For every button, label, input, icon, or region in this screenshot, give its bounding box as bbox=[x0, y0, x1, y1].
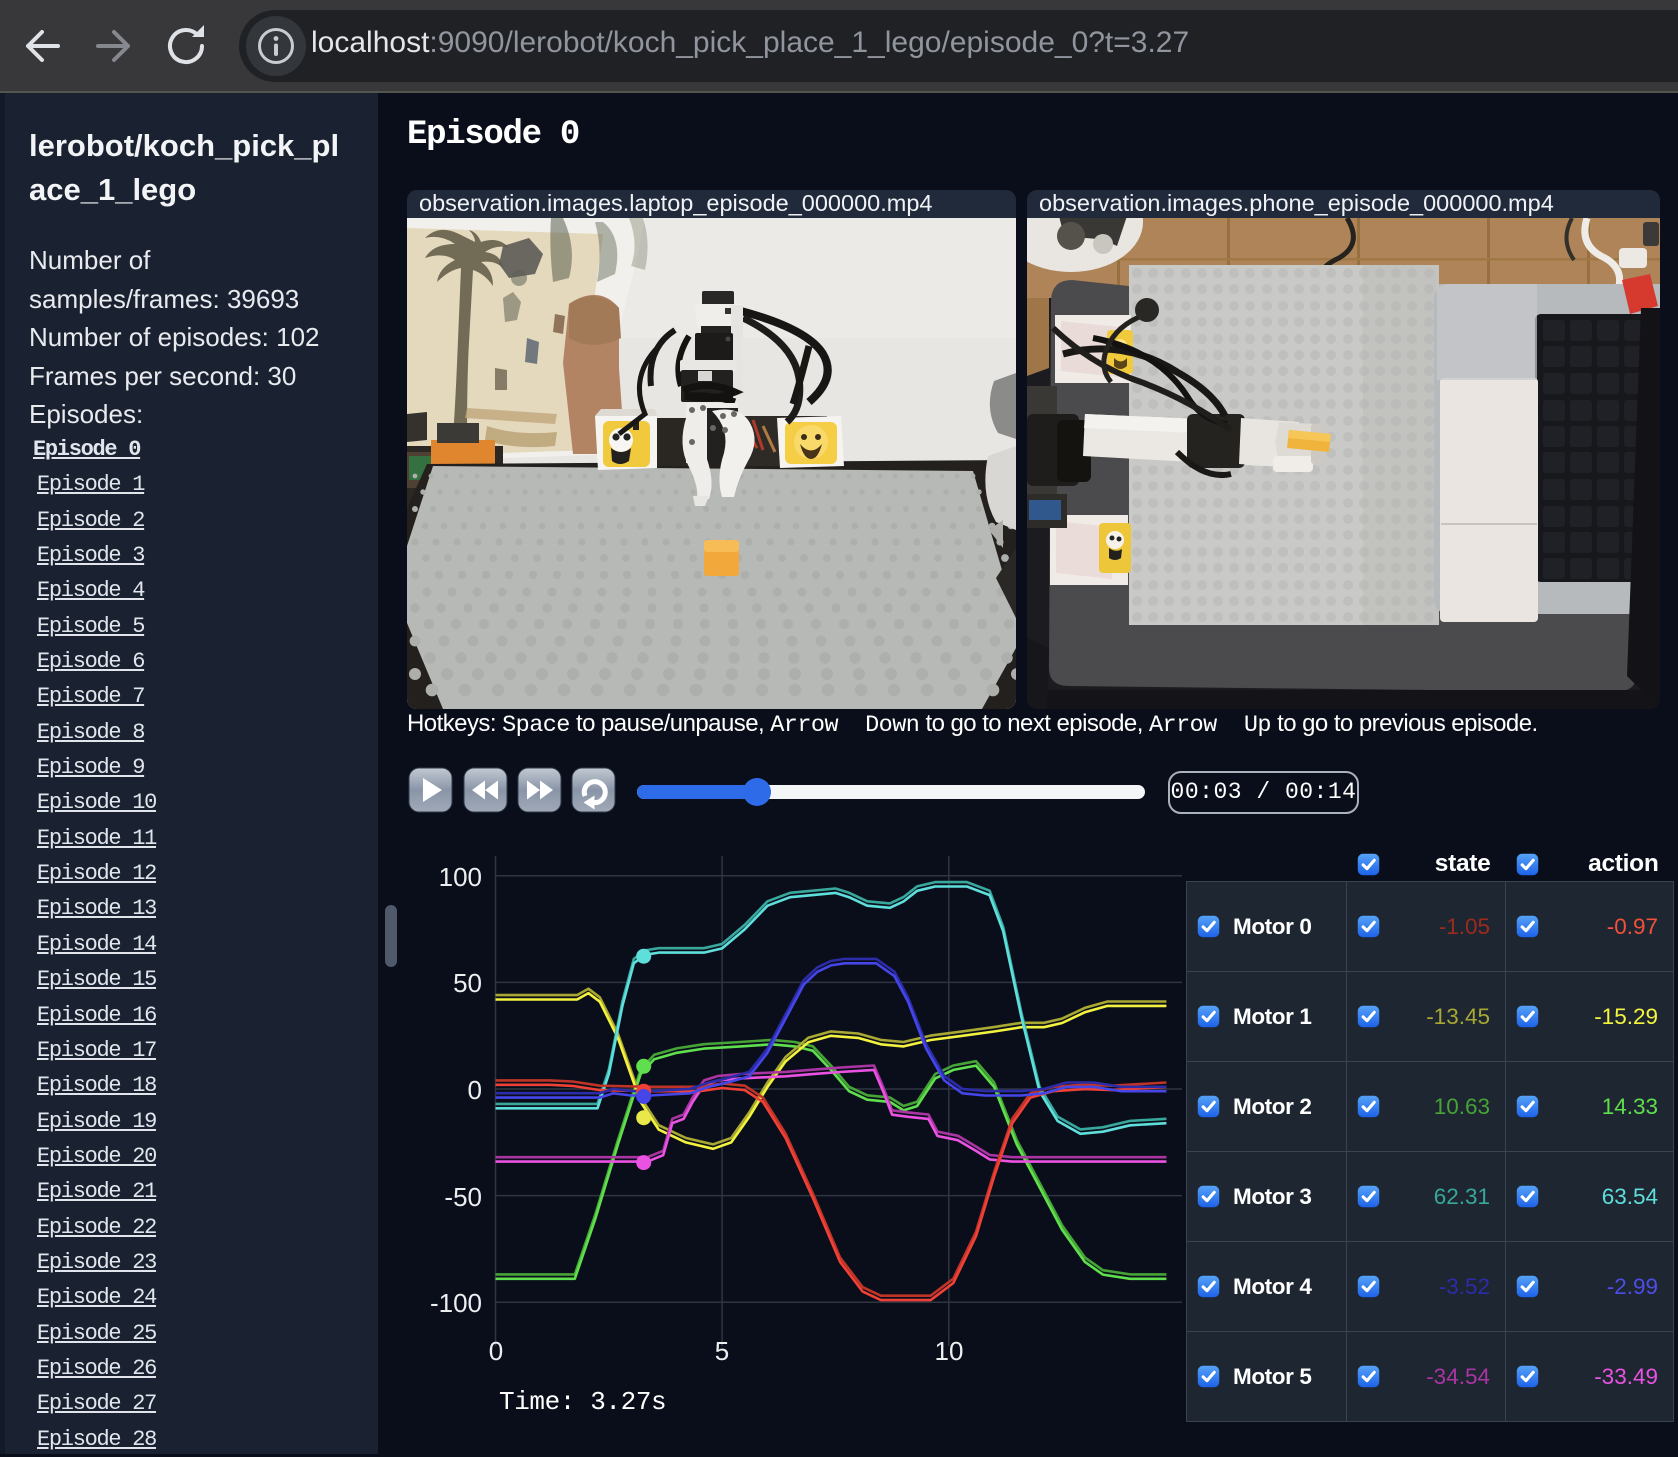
svg-text:10: 10 bbox=[935, 1336, 964, 1366]
svg-text:0: 0 bbox=[468, 1075, 482, 1105]
svg-text:50: 50 bbox=[453, 968, 482, 998]
svg-text:100: 100 bbox=[439, 862, 482, 892]
svg-text:0: 0 bbox=[489, 1336, 503, 1366]
svg-text:-50: -50 bbox=[444, 1182, 482, 1212]
svg-text:-100: -100 bbox=[430, 1288, 482, 1318]
svg-text:5: 5 bbox=[715, 1336, 729, 1366]
